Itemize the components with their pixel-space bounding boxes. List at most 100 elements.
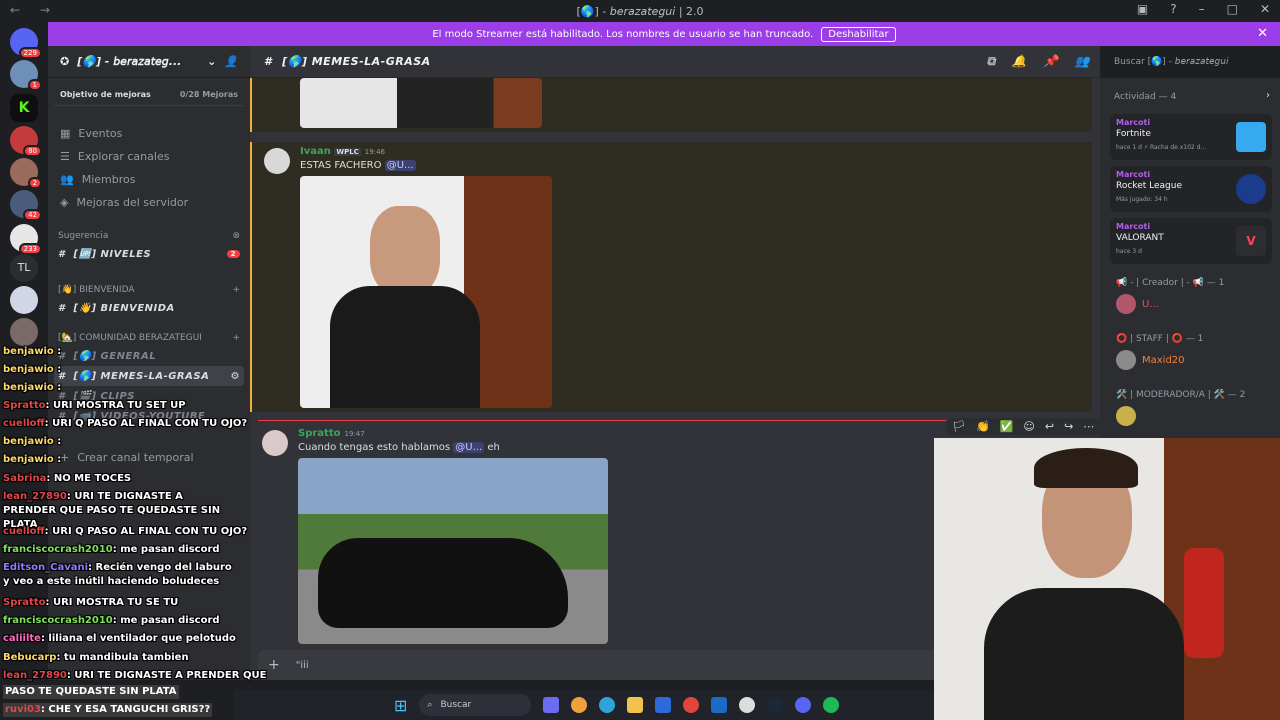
discord-home-icon[interactable]: 229 xyxy=(10,28,42,59)
inbox-icon[interactable]: ▣ xyxy=(1137,2,1148,16)
chat-user: lean_27890 xyxy=(3,670,67,681)
chat-user: Editson_Cavani xyxy=(3,562,89,573)
server-icon[interactable]: 2 xyxy=(10,158,42,189)
activity-user: Marcoti xyxy=(1116,222,1151,231)
activity-game: Rocket League xyxy=(1116,181,1182,191)
chat-user: franciscocrash2010 xyxy=(3,615,113,626)
close-icon[interactable]: ✕ xyxy=(1257,26,1268,41)
chat-line: Sabrina: NO ME TOCES xyxy=(3,472,131,486)
nav-arrows[interactable]: ← → xyxy=(10,3,58,17)
search-input[interactable]: Buscar [🌎] - 𝘣𝘦𝘳𝘢𝘻𝘢𝘵𝘦𝘨𝘶𝘪 xyxy=(1108,52,1274,72)
help-icon[interactable]: ? xyxy=(1170,2,1176,16)
message-author[interactable]: Spratto 19:47 xyxy=(298,428,365,439)
server-icon[interactable]: 1 xyxy=(10,60,42,91)
search-placeholder: Buscar [🌎] - 𝘣𝘦𝘳𝘢𝘻𝘢𝘵𝘦𝘨𝘶𝘪 xyxy=(1114,57,1229,67)
events-item[interactable]: ▦ Eventos xyxy=(48,122,250,145)
maximize-icon[interactable]: □ xyxy=(1227,2,1238,16)
spotify-icon[interactable] xyxy=(823,697,840,713)
pin-icon[interactable]: 📌 xyxy=(1043,54,1058,69)
disable-streamer-button[interactable]: Deshabilitar xyxy=(821,26,896,42)
member-item[interactable] xyxy=(1116,406,1136,426)
plus-icon[interactable]: + xyxy=(268,657,280,673)
copilot-icon[interactable] xyxy=(571,697,588,713)
server-guide-icon: ✪ xyxy=(60,55,70,68)
dismiss-icon[interactable]: ⊗ xyxy=(232,231,240,241)
activity-header: Actividad — 4 xyxy=(1114,92,1177,102)
activity-card-rocket-league[interactable]: Marcoti Rocket League Más jugado: 34 h xyxy=(1110,166,1272,212)
reaction-check-icon[interactable]: ✅ xyxy=(1000,420,1014,433)
member-list-icon[interactable]: 👥 xyxy=(1075,54,1090,69)
hash-icon: # xyxy=(264,55,273,68)
reaction-flag-icon[interactable]: 🏳 xyxy=(952,420,966,433)
chat-line: PASO TE QUEDASTE SIN PLATA xyxy=(3,685,179,699)
obs-icon[interactable] xyxy=(739,697,756,713)
chat-text: : URI MOSTRA TU SET UP xyxy=(45,400,186,411)
close-window-icon[interactable]: ✕ xyxy=(1260,2,1270,16)
edge-icon[interactable] xyxy=(599,697,616,713)
server-icon[interactable]: 42 xyxy=(10,190,42,221)
add-user-icon[interactable]: 👤 xyxy=(224,55,238,68)
server-header[interactable]: ✪ [🌎] - 𝘣𝘦𝘳𝘢𝘻𝘢𝘵𝘦𝘨... ⌄ 👤 xyxy=(48,46,250,78)
reply-icon[interactable]: ↩ xyxy=(1045,420,1054,433)
chat-user: franciscocrash2010 xyxy=(3,544,113,555)
member-item[interactable]: U... xyxy=(1116,294,1159,314)
timestamp: 19:47 xyxy=(344,430,365,438)
activity-card-fortnite[interactable]: Marcoti Fortnite hace 1 d ⚡ Racha de x10… xyxy=(1110,114,1272,160)
category-bienvenida[interactable]: [👋] BIENVENIDA + xyxy=(48,282,250,298)
channel-bienvenida[interactable]: # [👋] BIENVENIDA xyxy=(48,298,250,318)
steam-icon[interactable] xyxy=(767,697,784,713)
chat-user: Spratto xyxy=(3,400,46,411)
message-image[interactable] xyxy=(298,458,608,644)
forward-icon[interactable]: ↪ xyxy=(1064,420,1073,433)
message-text: Cuando tengas esto hablamos xyxy=(298,442,451,453)
chat-text: : NO ME TOCES xyxy=(46,473,132,484)
boost-goal[interactable]: Objetivo de mejoras 0/28 Mejoras xyxy=(54,84,244,106)
chat-user: cuelloff xyxy=(3,418,45,429)
chat-user: cuelloff xyxy=(3,526,45,537)
activity-game: Fortnite xyxy=(1116,129,1151,139)
windows-start-icon[interactable]: ⊞ xyxy=(394,696,407,715)
message-author[interactable]: Ivaan WPLC 19:46 xyxy=(300,146,385,157)
members-item[interactable]: 👥 Miembros xyxy=(48,168,250,191)
threads-icon[interactable]: ⧉ xyxy=(987,54,996,69)
activity-game: VALORANT xyxy=(1116,233,1164,243)
avatar[interactable] xyxy=(264,148,290,174)
boost-menu-label: Mejoras del servidor xyxy=(76,196,189,209)
server-icon-tl[interactable]: TL xyxy=(10,254,38,282)
add-channel-icon[interactable]: + xyxy=(232,285,240,295)
discord-taskbar-icon[interactable] xyxy=(795,697,812,713)
streamer-mode-banner: El modo Streamer está habilitado. Los no… xyxy=(48,22,1280,46)
bell-icon[interactable]: 🔔 xyxy=(1012,54,1027,69)
message-image[interactable] xyxy=(300,176,552,408)
user-mention[interactable]: @U... xyxy=(384,160,416,171)
server-icon[interactable]: 233 xyxy=(10,224,42,255)
chat-text: : me pasan discord xyxy=(112,615,220,626)
message-image[interactable] xyxy=(300,78,542,128)
more-icon[interactable]: ⋯ xyxy=(1083,420,1094,433)
browse-channels-item[interactable]: ☰ Explorar canales xyxy=(48,145,250,168)
teams-icon[interactable] xyxy=(543,697,560,713)
channel-niveles[interactable]: # [🆙] NIVELES 2 xyxy=(48,244,250,264)
outlook-icon[interactable] xyxy=(711,697,728,713)
member-item[interactable]: Maxid20 xyxy=(1116,350,1185,370)
kick-server-icon[interactable]: K xyxy=(10,94,38,122)
chat-line: benjawio : xyxy=(3,381,61,395)
server-icon[interactable] xyxy=(10,286,38,314)
minimize-icon[interactable]: – xyxy=(1199,2,1205,16)
avatar[interactable] xyxy=(262,430,288,456)
store-icon[interactable] xyxy=(655,697,672,713)
add-reaction-icon[interactable]: ☺ xyxy=(1023,420,1034,433)
file-explorer-icon[interactable] xyxy=(627,697,644,713)
chat-line: franciscocrash2010: me pasan discord xyxy=(3,614,220,628)
chat-user: benjawio xyxy=(3,454,54,465)
user-mention[interactable]: @U... xyxy=(453,442,485,453)
boost-item[interactable]: ◈ Mejoras del servidor xyxy=(48,191,250,214)
chat-text: : URI Q PASO AL FINAL CON TU OJO? xyxy=(44,418,248,429)
server-icon[interactable]: 80 xyxy=(10,126,42,157)
taskbar-search[interactable]: ⌕ Buscar xyxy=(419,694,532,716)
activity-card-valorant[interactable]: Marcoti VALORANT hace 3 d V xyxy=(1110,218,1272,264)
chevron-right-icon[interactable]: › xyxy=(1266,90,1270,101)
chrome-icon[interactable] xyxy=(683,697,700,713)
reaction-clap-icon[interactable]: 👏 xyxy=(976,420,990,433)
suggestion-category[interactable]: Sugerencia ⊗ xyxy=(48,228,250,244)
